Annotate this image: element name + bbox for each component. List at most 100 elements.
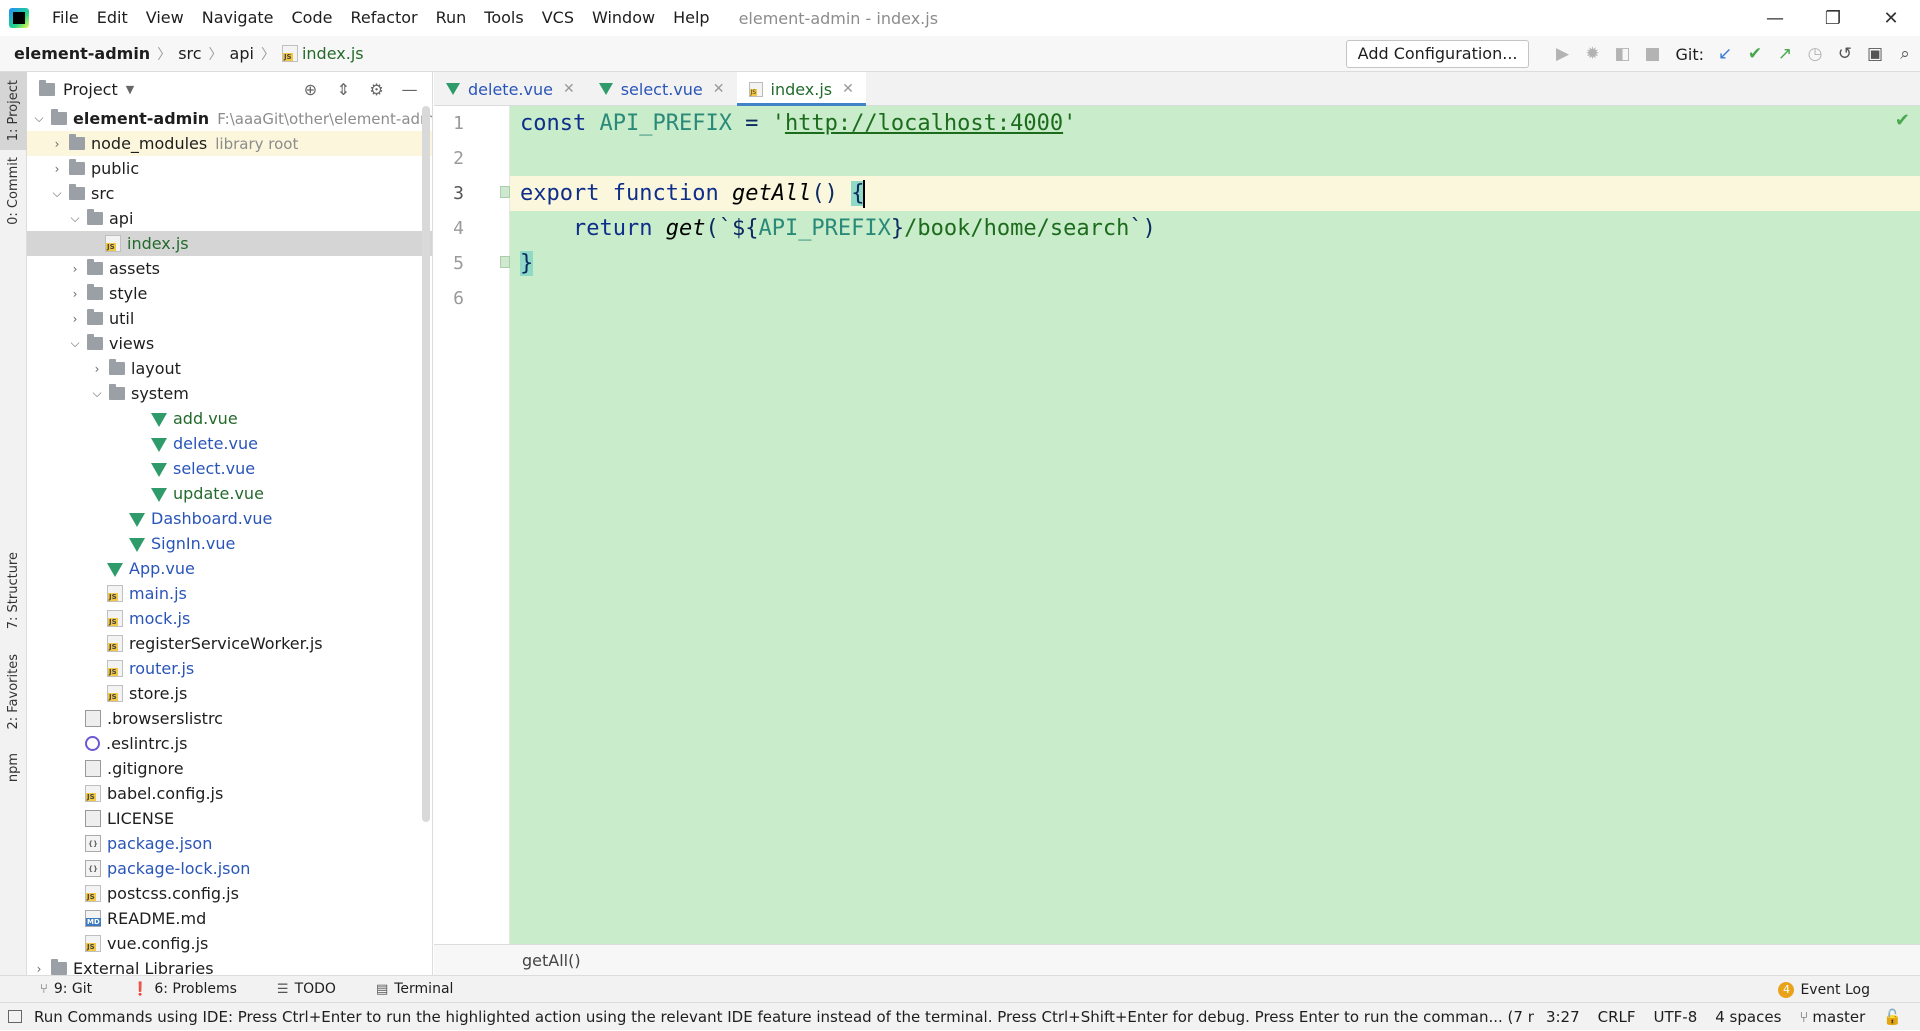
project-view-selector[interactable]: Project bbox=[63, 80, 118, 99]
tab-git[interactable]: ⑂ 9: Git bbox=[40, 981, 92, 997]
tab-npm[interactable]: npm bbox=[0, 744, 27, 792]
tree-row-package-json[interactable]: {} package.json bbox=[27, 831, 432, 856]
menu-view[interactable]: View bbox=[137, 0, 193, 36]
lock-icon[interactable]: 🔓 bbox=[1883, 1008, 1902, 1026]
file-encoding[interactable]: UTF-8 bbox=[1654, 1008, 1698, 1026]
tree-row-package-lock-json[interactable]: {} package-lock.json bbox=[27, 856, 432, 881]
tree-row-views[interactable]: ⌵ views bbox=[27, 331, 432, 356]
chevron-right-icon[interactable]: › bbox=[49, 162, 65, 176]
chevron-right-icon[interactable]: › bbox=[89, 362, 105, 376]
tree-row-store-js[interactable]: store.js bbox=[27, 681, 432, 706]
chevron-down-icon[interactable]: ▼ bbox=[126, 83, 134, 96]
tree-row-style[interactable]: › style bbox=[27, 281, 432, 306]
gear-icon[interactable]: ⚙ bbox=[360, 80, 393, 99]
tree-row-browserslistrc[interactable]: .browserslistrc bbox=[27, 706, 432, 731]
tree-row-add-vue[interactable]: add.vue bbox=[27, 406, 432, 431]
code-editor[interactable]: const API_PREFIX = 'http://localhost:400… bbox=[510, 106, 1920, 944]
hide-icon[interactable]: — bbox=[393, 80, 426, 99]
tab-commit[interactable]: 0: Commit bbox=[0, 152, 27, 230]
line-separator[interactable]: CRLF bbox=[1598, 1008, 1636, 1026]
tree-row-router-js[interactable]: router.js bbox=[27, 656, 432, 681]
tree-row-main-js[interactable]: main.js bbox=[27, 581, 432, 606]
collapse-all-icon[interactable]: ⇕ bbox=[327, 80, 360, 99]
chevron-right-icon[interactable]: › bbox=[31, 962, 47, 976]
menu-help[interactable]: Help bbox=[664, 0, 718, 36]
menu-navigate[interactable]: Navigate bbox=[193, 0, 283, 36]
inspection-ok-icon[interactable]: ✔ bbox=[1895, 110, 1910, 131]
toggle-tool-windows-icon[interactable] bbox=[8, 1010, 22, 1023]
tree-row-delete-vue[interactable]: delete.vue bbox=[27, 431, 432, 456]
search-icon[interactable]: ⌕ bbox=[1890, 36, 1920, 72]
tree-row-node-modules[interactable]: › node_modules library root bbox=[27, 131, 432, 156]
menu-edit[interactable]: Edit bbox=[88, 0, 137, 36]
close-button[interactable]: ✕ bbox=[1862, 0, 1920, 36]
tab-select-vue[interactable]: select.vue ✕ bbox=[587, 72, 737, 106]
stop-icon[interactable]: ■ bbox=[1637, 36, 1667, 72]
presentation-icon[interactable]: ▣ bbox=[1860, 36, 1890, 72]
debug-icon[interactable]: ✹ bbox=[1577, 36, 1607, 72]
code-url-link[interactable]: http://localhost:4000 bbox=[785, 111, 1063, 136]
tree-row-api[interactable]: ⌵ api bbox=[27, 206, 432, 231]
tree-row-element-admin[interactable]: ⌵ element-admin F:\aaaGit\other\element-… bbox=[27, 106, 432, 131]
menu-vcs[interactable]: VCS bbox=[533, 0, 583, 36]
tab-problems[interactable]: ❗ 6: Problems bbox=[132, 981, 237, 997]
tree-row-readme[interactable]: README.md bbox=[27, 906, 432, 931]
status-message[interactable]: Run Commands using IDE: Press Ctrl+Enter… bbox=[34, 1008, 1534, 1026]
fold-marker-icon[interactable] bbox=[500, 256, 510, 268]
menu-refactor[interactable]: Refactor bbox=[341, 0, 426, 36]
git-update-icon[interactable]: ↙ bbox=[1710, 36, 1740, 72]
project-scrollbar[interactable] bbox=[422, 106, 430, 822]
breadcrumb-src[interactable]: src bbox=[178, 44, 201, 63]
chevron-down-icon[interactable]: ⌵ bbox=[89, 386, 105, 401]
breadcrumb-api[interactable]: api bbox=[230, 44, 254, 63]
tree-row-update-vue[interactable]: update.vue bbox=[27, 481, 432, 506]
restore-button[interactable]: ❐ bbox=[1804, 0, 1862, 36]
tree-row-signin-vue[interactable]: SignIn.vue bbox=[27, 531, 432, 556]
tree-row-index-js[interactable]: index.js bbox=[27, 231, 432, 256]
close-icon[interactable]: ✕ bbox=[563, 81, 575, 97]
git-branch[interactable]: ⑂ master bbox=[1799, 1008, 1865, 1026]
breadcrumb-file[interactable]: index.js bbox=[281, 44, 364, 63]
chevron-right-icon[interactable]: › bbox=[67, 287, 83, 301]
menu-file[interactable]: File bbox=[43, 0, 88, 36]
tree-row-vue-config[interactable]: vue.config.js bbox=[27, 931, 432, 956]
tree-row-layout[interactable]: › layout bbox=[27, 356, 432, 381]
tree-row-babel-config[interactable]: babel.config.js bbox=[27, 781, 432, 806]
tab-favorites[interactable]: 2: Favorites bbox=[0, 647, 27, 737]
close-icon[interactable]: ✕ bbox=[713, 81, 725, 97]
tree-row-src[interactable]: ⌵ src bbox=[27, 181, 432, 206]
editor-gutter[interactable]: 1 2 3 4 5 6 bbox=[434, 106, 510, 944]
chevron-right-icon[interactable]: › bbox=[49, 137, 65, 151]
locate-icon[interactable]: ⊕ bbox=[294, 80, 327, 99]
editor-breadcrumb[interactable]: getAll() bbox=[522, 951, 581, 970]
git-push-icon[interactable]: ↗ bbox=[1770, 36, 1800, 72]
tree-row-util[interactable]: › util bbox=[27, 306, 432, 331]
tree-row-register-sw-js[interactable]: registerServiceWorker.js bbox=[27, 631, 432, 656]
chevron-down-icon[interactable]: ⌵ bbox=[67, 211, 83, 226]
breadcrumb-project[interactable]: element-admin bbox=[14, 44, 150, 63]
rollback-icon[interactable]: ↺ bbox=[1830, 36, 1860, 72]
menu-run[interactable]: Run bbox=[427, 0, 476, 36]
git-commit-icon[interactable]: ✔ bbox=[1740, 36, 1770, 72]
tab-delete-vue[interactable]: delete.vue ✕ bbox=[434, 72, 587, 106]
chevron-down-icon[interactable]: ⌵ bbox=[67, 336, 83, 351]
menu-tools[interactable]: Tools bbox=[475, 0, 532, 36]
tree-row-system[interactable]: ⌵ system bbox=[27, 381, 432, 406]
tree-row-gitignore[interactable]: .gitignore bbox=[27, 756, 432, 781]
menu-window[interactable]: Window bbox=[583, 0, 664, 36]
tree-row-eslintrc[interactable]: .eslintrc.js bbox=[27, 731, 432, 756]
minimize-button[interactable]: — bbox=[1746, 0, 1804, 36]
tab-terminal[interactable]: ▤ Terminal bbox=[376, 981, 453, 997]
chevron-down-icon[interactable]: ⌵ bbox=[49, 186, 65, 201]
caret-position[interactable]: 3:27 bbox=[1546, 1008, 1580, 1026]
tree-row-public[interactable]: › public bbox=[27, 156, 432, 181]
git-history-icon[interactable]: ◷ bbox=[1800, 36, 1830, 72]
tab-todo[interactable]: ☰ TODO bbox=[277, 981, 336, 997]
event-log-button[interactable]: 4 Event Log bbox=[1778, 976, 1870, 1003]
tab-structure[interactable]: 7: Structure bbox=[0, 548, 27, 634]
run-icon[interactable]: ▶ bbox=[1547, 36, 1577, 72]
tree-row-assets[interactable]: › assets bbox=[27, 256, 432, 281]
add-configuration-button[interactable]: Add Configuration... bbox=[1345, 40, 1530, 68]
tree-row-postcss-config[interactable]: postcss.config.js bbox=[27, 881, 432, 906]
fold-marker-icon[interactable] bbox=[500, 186, 510, 198]
